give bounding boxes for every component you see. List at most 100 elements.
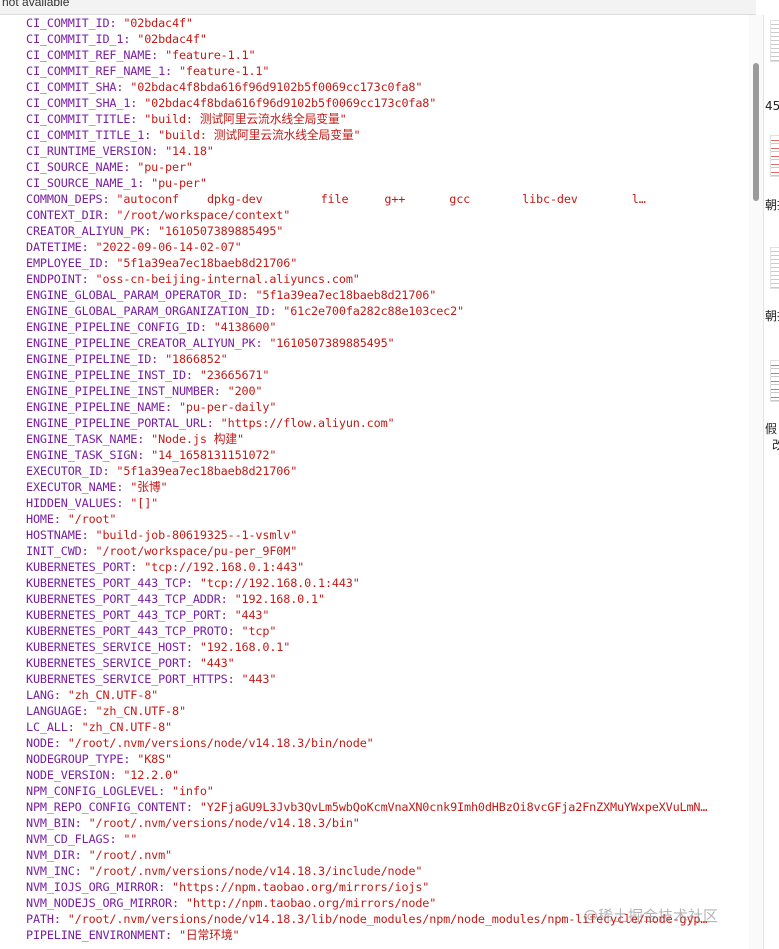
env-var-row[interactable]: KUBERNETES_PORT_443_TCP: "tcp://192.168.…: [26, 575, 736, 591]
env-var-key: NVM_DIR: [26, 848, 75, 862]
env-var-key: ENGINE_TASK_NAME: [26, 432, 138, 446]
env-var-row[interactable]: HOSTNAME: "build-job-80619325--1-vsmlv": [26, 527, 736, 543]
env-var-key: ENGINE_PIPELINE_NAME: [26, 400, 166, 414]
env-var-row[interactable]: NVM_IOJS_ORG_MIRROR: "https://npm.taobao…: [26, 879, 736, 895]
env-var-row[interactable]: LC_ALL: "zh_CN.UTF-8": [26, 719, 736, 735]
env-var-row[interactable]: COMMON_DEPS: "autoconf dpkg-dev file g++ gcc…: [26, 191, 736, 207]
thumbnail-image[interactable]: [770, 20, 779, 62]
thumbnail-image[interactable]: [770, 360, 779, 402]
env-var-row[interactable]: CI_COMMIT_REF_NAME: "feature-1.1": [26, 47, 736, 63]
key-separator: :: [130, 560, 145, 574]
env-var-row[interactable]: INIT_CWD: "/root/workspace/pu-per_9F0M": [26, 543, 736, 559]
env-var-row[interactable]: ENGINE_PIPELINE_NAME: "pu-per-daily": [26, 399, 736, 415]
env-var-row[interactable]: KUBERNETES_SERVICE_HOST: "192.168.0.1": [26, 639, 736, 655]
env-var-row[interactable]: CI_COMMIT_TITLE_1: "build: 测试阿里云流水线全局变量": [26, 127, 736, 143]
env-var-row[interactable]: ENGINE_PIPELINE_PORTAL_URL: "https://flo…: [26, 415, 736, 431]
env-var-row[interactable]: ENGINE_PIPELINE_CREATOR_ALIYUN_PK: "1610…: [26, 335, 736, 351]
env-var-value: "/root/.nvm/versions/node/v14.18.3/bin/n…: [67, 736, 374, 750]
env-var-row[interactable]: ENGINE_PIPELINE_ID: "1866852": [26, 351, 736, 367]
env-var-row[interactable]: ENGINE_GLOBAL_PARAM_OPERATOR_ID: "5f1a39…: [26, 287, 736, 303]
env-var-row[interactable]: NPM_CONFIG_LOGLEVEL: "info": [26, 783, 736, 799]
env-var-row[interactable]: EMPLOYEE_ID: "5f1a39ea7ec18baeb8d21706": [26, 255, 736, 271]
env-var-key: ENDPOINT: [26, 272, 82, 286]
key-separator: :: [123, 32, 138, 46]
env-var-row[interactable]: CI_COMMIT_REF_NAME_1: "feature-1.1": [26, 63, 736, 79]
env-var-row[interactable]: CI_COMMIT_ID_1: "02bdac4f": [26, 31, 736, 47]
env-var-value: "14.18": [165, 144, 214, 158]
key-separator: :: [220, 592, 235, 606]
env-var-row[interactable]: LANGUAGE: "zh_CN.UTF-8": [26, 703, 736, 719]
env-var-row[interactable]: KUBERNETES_PORT_443_TCP_ADDR: "192.168.0…: [26, 591, 736, 607]
env-var-row[interactable]: EXECUTOR_ID: "5f1a39ea7ec18baeb8d21706": [26, 463, 736, 479]
key-separator: :: [165, 928, 179, 942]
env-var-row[interactable]: CI_COMMIT_SHA_1: "02bdac4f8bda616f96d910…: [26, 95, 736, 111]
env-var-value: "61c2e700fa282c88e103cec2": [283, 304, 465, 318]
env-var-row[interactable]: HOME: "/root": [26, 511, 736, 527]
env-var-row[interactable]: KUBERNETES_SERVICE_PORT: "443": [26, 655, 736, 671]
key-separator: :: [81, 528, 96, 542]
env-var-row[interactable]: CI_COMMIT_SHA: "02bdac4f8bda616f96d9102b…: [26, 79, 736, 95]
env-var-value: "/root/workspace/pu-per_9F0M": [95, 544, 298, 558]
env-var-row[interactable]: KUBERNETES_PORT_443_TCP_PORT: "443": [26, 607, 736, 623]
key-separator: :: [130, 96, 145, 110]
env-var-value: "4138600": [213, 320, 277, 334]
env-var-row[interactable]: NVM_BIN: "/root/.nvm/versions/node/v14.1…: [26, 815, 736, 831]
env-var-value: "https://flow.aliyun.com": [220, 416, 395, 430]
env-var-row[interactable]: HIDDEN_VALUES: "[]": [26, 495, 736, 511]
env-var-row[interactable]: ENGINE_TASK_SIGN: "14_1658131151072": [26, 447, 736, 463]
env-var-row[interactable]: NODE_VERSION: "12.2.0": [26, 767, 736, 783]
thumbnail-image[interactable]: [770, 135, 779, 177]
env-var-value: "14_1658131151072": [151, 448, 277, 462]
env-var-row[interactable]: CONTEXT_DIR: "/root/workspace/context": [26, 207, 736, 223]
env-var-value: "1866852": [165, 352, 228, 366]
key-separator: :: [123, 752, 138, 766]
env-var-row[interactable]: NODE: "/root/.nvm/versions/node/v14.18.3…: [26, 735, 736, 751]
scrollbar-thumb[interactable]: [753, 63, 759, 201]
env-var-value: "日常环境": [178, 928, 240, 942]
key-separator: :: [227, 624, 242, 638]
key-separator: :: [116, 480, 131, 494]
key-separator: :: [158, 880, 173, 894]
env-var-row[interactable]: CREATOR_ALIYUN_PK: "1610507389885495": [26, 223, 736, 239]
env-var-row[interactable]: NODEGROUP_TYPE: "K8S": [26, 751, 736, 767]
env-var-row[interactable]: ENGINE_TASK_NAME: "Node.js 构建": [26, 431, 736, 447]
env-var-value: "张博": [130, 480, 168, 494]
key-separator: :: [144, 224, 159, 238]
env-var-row[interactable]: ENDPOINT: "oss-cn-beijing-internal.aliyu…: [26, 271, 736, 287]
env-var-row[interactable]: CI_SOURCE_NAME: "pu-per": [26, 159, 736, 175]
env-var-row[interactable]: CI_COMMIT_ID: "02bdac4f": [26, 15, 736, 31]
env-var-key: KUBERNETES_SERVICE_HOST: [26, 640, 186, 654]
env-var-value: "autoconf dpkg-dev file g++ gcc libc-dev l…: [116, 192, 645, 206]
env-var-row[interactable]: LANG: "zh_CN.UTF-8": [26, 687, 736, 703]
key-separator: :: [185, 800, 200, 814]
env-var-value: "zh_CN.UTF-8": [67, 688, 159, 702]
env-var-row[interactable]: KUBERNETES_PORT_443_TCP_PROTO: "tcp": [26, 623, 736, 639]
env-var-row[interactable]: DATETIME: "2022-09-06-14-02-07": [26, 239, 736, 255]
panel-text-fragment: 改: [772, 436, 779, 453]
env-var-row[interactable]: ENGINE_PIPELINE_INST_ID: "23665671": [26, 367, 736, 383]
env-var-row[interactable]: NVM_DIR: "/root/.nvm": [26, 847, 736, 863]
env-var-row[interactable]: PIPELINE_ENVIRONMENT: "日常环境": [26, 927, 736, 943]
env-var-row[interactable]: NVM_CD_FLAGS: "": [26, 831, 736, 847]
output-header: not available: [0, 0, 756, 15]
env-var-value: "Node.js 构建": [151, 432, 244, 446]
env-var-value: "build: 测试阿里云流水线全局变量": [144, 112, 347, 126]
env-var-value: "tcp": [241, 624, 277, 638]
env-var-row[interactable]: KUBERNETES_SERVICE_PORT_HTTPS: "443": [26, 671, 736, 687]
env-var-value: "": [123, 832, 138, 846]
env-var-row[interactable]: CI_COMMIT_TITLE: "build: 测试阿里云流水线全局变量": [26, 111, 736, 127]
env-var-row[interactable]: CI_SOURCE_NAME_1: "pu-per": [26, 175, 736, 191]
env-var-row[interactable]: ENGINE_PIPELINE_INST_NUMBER: "200": [26, 383, 736, 399]
env-var-row[interactable]: KUBERNETES_PORT: "tcp://192.168.0.1:443": [26, 559, 736, 575]
thumbnail-image[interactable]: [770, 247, 779, 289]
env-var-row[interactable]: NPM_REPO_CONFIG_CONTENT: "Y2FjaGU9L3Jvb3…: [26, 799, 736, 815]
env-var-key: CI_COMMIT_TITLE: [26, 112, 131, 126]
env-var-key: CI_COMMIT_REF_NAME: [26, 48, 152, 62]
env-var-row[interactable]: CI_RUNTIME_VERSION: "14.18": [26, 143, 736, 159]
env-var-row[interactable]: ENGINE_GLOBAL_PARAM_ORGANIZATION_ID: "61…: [26, 303, 736, 319]
env-var-row[interactable]: EXECUTOR_NAME: "张博": [26, 479, 736, 495]
env-var-row[interactable]: ENGINE_PIPELINE_CONFIG_ID: "4138600": [26, 319, 736, 335]
key-separator: :: [151, 352, 166, 366]
env-var-row[interactable]: NVM_INC: "/root/.nvm/versions/node/v14.1…: [26, 863, 736, 879]
env-var-value: "5f1a39ea7ec18baeb8d21706": [255, 288, 437, 302]
